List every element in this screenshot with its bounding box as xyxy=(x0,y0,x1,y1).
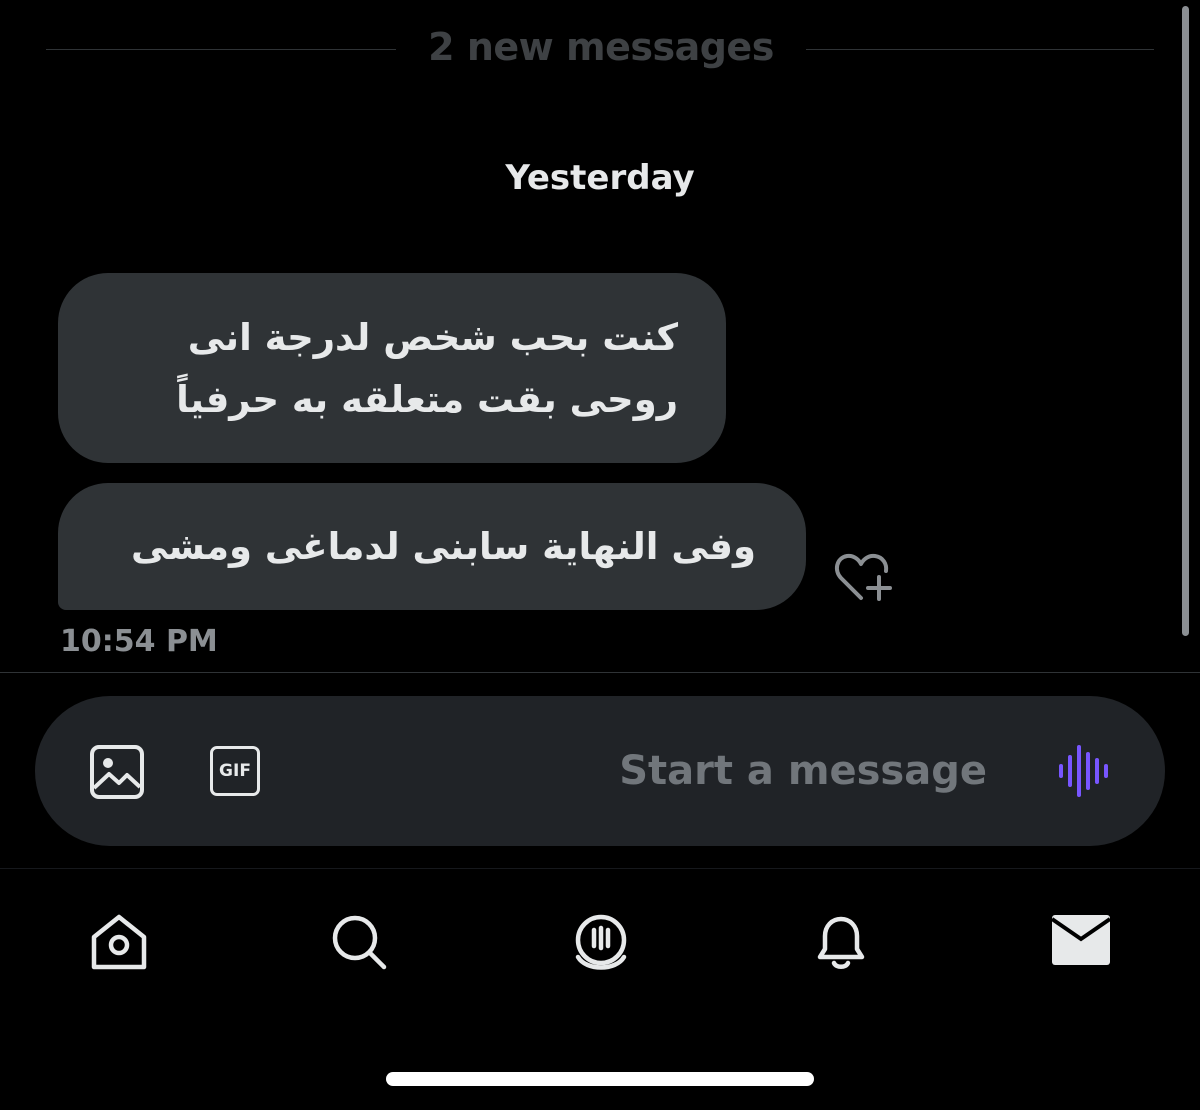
image-icon xyxy=(90,745,144,799)
heart-plus-icon xyxy=(834,553,892,601)
envelope-icon xyxy=(1050,915,1112,965)
message-timestamp: 10:54 PM xyxy=(60,624,218,659)
gif-icon: GIF xyxy=(210,746,260,796)
message-input[interactable] xyxy=(335,741,987,801)
date-separator: Yesterday xyxy=(505,158,695,198)
composer-divider xyxy=(0,672,1200,673)
nav-notifications[interactable] xyxy=(806,907,876,977)
spaces-icon xyxy=(575,914,627,970)
message-line: كنت بحب شخص لدرجة انى xyxy=(187,316,678,359)
dm-conversation-screen: 2 new messages Yesterday كنت بحب شخص لدر… xyxy=(0,0,1200,1110)
message-composer: GIF xyxy=(35,696,1165,846)
bell-icon xyxy=(817,916,865,969)
add-gif-button[interactable]: GIF xyxy=(208,744,266,802)
home-indicator xyxy=(386,1072,814,1086)
nav-home[interactable] xyxy=(84,907,154,977)
search-icon xyxy=(332,915,387,970)
message-line: وفى النهاية سابنى لدماغى ومشى xyxy=(131,525,756,568)
message-line: روحى بقت متعلقه به حرفياً xyxy=(176,378,678,421)
divider-line-left xyxy=(46,49,396,50)
nav-spaces[interactable] xyxy=(566,907,636,977)
home-icon xyxy=(91,914,147,970)
message-bubble[interactable]: كنت بحب شخص لدرجة انى روحى بقت متعلقه به… xyxy=(58,273,726,463)
add-reaction-button[interactable] xyxy=(833,550,895,604)
message-bubble[interactable]: وفى النهاية سابنى لدماغى ومشى xyxy=(58,483,806,610)
nav-messages[interactable] xyxy=(1046,907,1116,977)
new-messages-divider: 2 new messages xyxy=(428,25,774,69)
scrollbar[interactable] xyxy=(1182,6,1189,636)
divider-line-right xyxy=(806,49,1154,50)
add-photo-button[interactable] xyxy=(89,744,147,802)
voice-message-button[interactable] xyxy=(1055,742,1115,800)
nav-search[interactable] xyxy=(324,907,394,977)
voice-waveform-icon xyxy=(1059,745,1108,797)
